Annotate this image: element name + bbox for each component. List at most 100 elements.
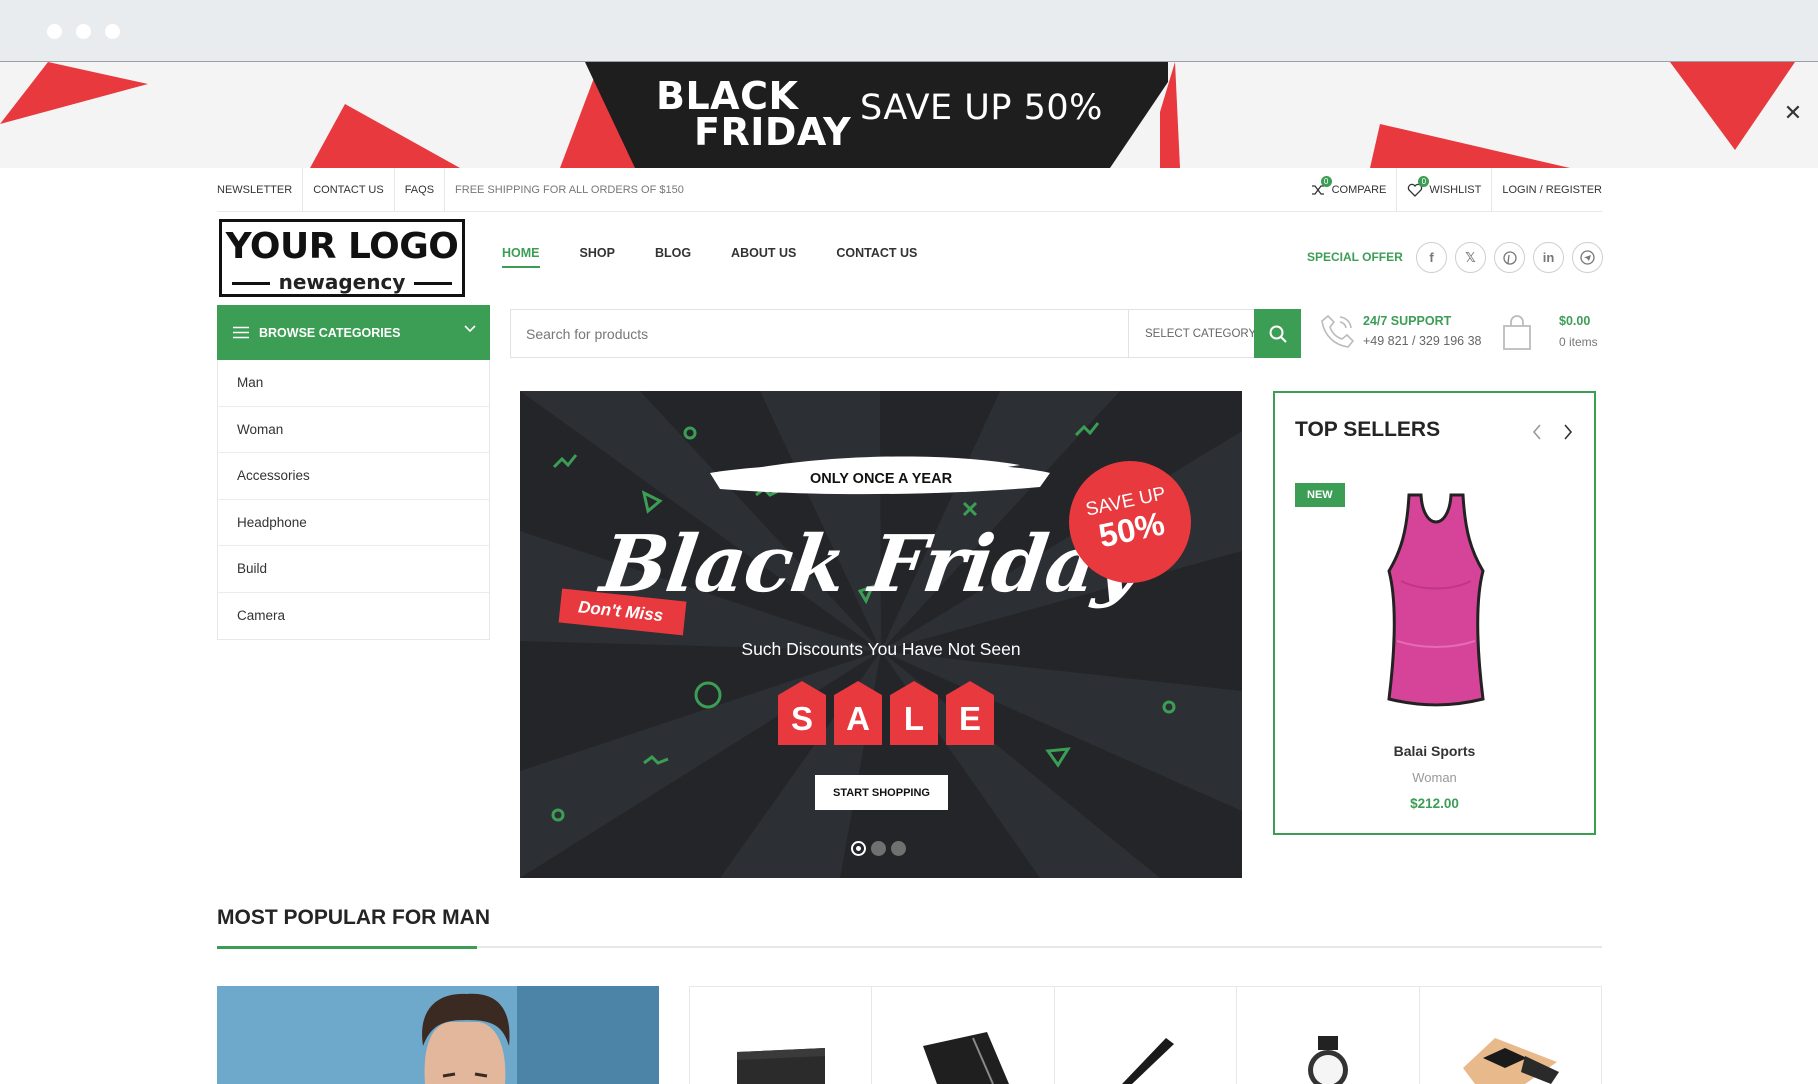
support-title: 24/7 SUPPORT [1363,314,1452,328]
hero-sale-tags: S A L E [778,681,994,745]
category-item-man[interactable]: Man [218,360,489,407]
promo-title-line1: BLACK [656,74,799,118]
logo-text: YOUR LOGO [225,226,459,267]
window-titlebar [0,0,1818,62]
watch-image [1307,1036,1348,1084]
start-shopping-button[interactable]: START SHOPPING [815,775,948,810]
product-card-bow-tie[interactable] [1420,987,1601,1084]
promo-save-text: SAVE UP 50% [860,88,1103,128]
cart-total[interactable]: $0.00 [1559,314,1590,328]
slider-dot-2[interactable] [871,841,886,856]
menu-icon [233,326,249,339]
wishlist-count: 0 [1418,176,1430,187]
new-badge: NEW [1295,483,1345,507]
site-logo[interactable]: YOUR LOGO newagency [219,219,465,297]
newsletter-link[interactable]: NEWSLETTER [217,168,304,212]
window-maximize-dot[interactable] [105,24,120,39]
category-item-build[interactable]: Build [218,546,489,593]
pen-image [1121,1038,1174,1084]
shopping-bag-icon[interactable] [1502,315,1532,351]
wishlist-link[interactable]: 0 WISHLIST [1397,168,1493,212]
hero-script-title: Black Friday [595,519,1147,610]
search-form: SELECT CATEGORY [510,309,1301,358]
phone-icon [1321,314,1354,348]
bow-tie-image [1463,1038,1560,1084]
x-icon[interactable]: 𝕏 [1455,242,1486,273]
window-close-dot[interactable] [47,24,62,39]
hero-subtitle: Such Discounts You Have Not Seen [741,639,1021,659]
linkedin-icon[interactable]: in [1533,242,1564,273]
faqs-link[interactable]: FAQS [395,168,446,212]
nav-contact-us[interactable]: CONTACT US [836,246,917,268]
nav-home[interactable]: HOME [502,246,540,268]
top-bar: NEWSLETTER CONTACT US FAQS FREE SHIPPING… [217,168,1602,212]
promo-title: BLACK FRIDAY [656,74,852,154]
browse-categories-toggle[interactable]: BROWSE CATEGORIES [217,305,490,360]
chevron-down-icon [464,325,476,333]
section-title-most-popular: MOST POPULAR FOR MAN [217,906,490,929]
promo-title-line2: FRIDAY [694,110,852,154]
notebook-image [923,1032,1010,1084]
slider-dot-1[interactable] [851,841,866,856]
product-card-watch[interactable] [1237,987,1420,1084]
slider-pagination [851,841,906,856]
compare-count: 0 [1320,176,1332,187]
logo-subtext: newagency [272,270,412,294]
product-card-wallet[interactable] [690,987,873,1084]
logo-rule-left [232,282,270,285]
popular-products-row [689,986,1602,1084]
top-sellers-widget: TOP SELLERS NEW Balai Sports Woman $212.… [1273,391,1596,835]
category-item-headphone[interactable]: Headphone [218,500,489,546]
support-phone: +49 821 / 329 196 38 [1363,334,1482,348]
telegram-icon[interactable] [1572,242,1603,273]
sale-tag-a: A [834,681,882,745]
top-sellers-title: TOP SELLERS [1295,418,1441,441]
search-input[interactable] [511,310,1128,357]
product-price: $212.00 [1410,796,1459,811]
nav-shop[interactable]: SHOP [580,246,615,268]
search-button[interactable] [1254,309,1301,358]
hero-slider[interactable]: ONLY ONCE A YEAR Black Friday SAVE UP 50… [520,391,1242,878]
nav-blog[interactable]: BLOG [655,246,691,268]
category-item-accessories[interactable]: Accessories [218,453,489,500]
product-name[interactable]: Balai Sports [1275,743,1594,759]
special-offer-link[interactable]: SPECIAL OFFER [1307,250,1403,264]
contact-us-link[interactable]: CONTACT US [303,168,395,212]
wishlist-label: WISHLIST [1429,184,1482,196]
login-register-link[interactable]: LOGIN / REGISTER [1492,168,1602,212]
close-icon[interactable]: ✕ [1782,102,1804,124]
sale-tag-s: S [778,681,826,745]
select-category-label: SELECT CATEGORY [1145,327,1257,340]
slider-dot-3[interactable] [891,841,906,856]
product-card-notebook[interactable] [872,987,1055,1084]
man-banner-image[interactable] [217,986,659,1084]
product-category[interactable]: Woman [1275,770,1594,785]
heart-icon: 0 [1407,176,1430,198]
main-navigation: HOME SHOP BLOG ABOUT US CONTACT US [502,246,917,268]
pinterest-icon[interactable] [1494,242,1525,273]
man-portrait-illustration [217,986,659,1084]
category-item-woman[interactable]: Woman [218,407,489,453]
window-minimize-dot[interactable] [76,24,91,39]
product-image-tank-top[interactable] [1371,491,1501,709]
nav-about-us[interactable]: ABOUT US [731,246,796,268]
sale-tag-l: L [890,681,938,745]
section-divider-accent [217,946,477,949]
product-card-pen[interactable] [1055,987,1238,1084]
category-item-camera[interactable]: Camera [218,593,489,640]
logo-rule-right [414,282,452,285]
chevron-left-icon[interactable] [1531,423,1543,441]
cart-items-count: 0 items [1559,335,1598,349]
social-links: f 𝕏 in [1416,242,1603,273]
shipping-notice: FREE SHIPPING FOR ALL ORDERS OF $150 [455,184,684,196]
promo-banner[interactable]: BLACK FRIDAY SAVE UP 50% ✕ [0,62,1818,168]
wallet-image [736,1048,825,1084]
facebook-icon[interactable]: f [1416,242,1447,273]
browse-categories-label: BROWSE CATEGORIES [259,325,401,340]
compare-link[interactable]: 0 COMPARE [1300,168,1398,212]
compare-label: COMPARE [1331,184,1387,196]
chevron-right-icon[interactable] [1562,423,1574,441]
compare-icon: 0 [1310,176,1332,198]
sale-tag-e: E [946,681,994,745]
search-icon [1269,325,1287,343]
